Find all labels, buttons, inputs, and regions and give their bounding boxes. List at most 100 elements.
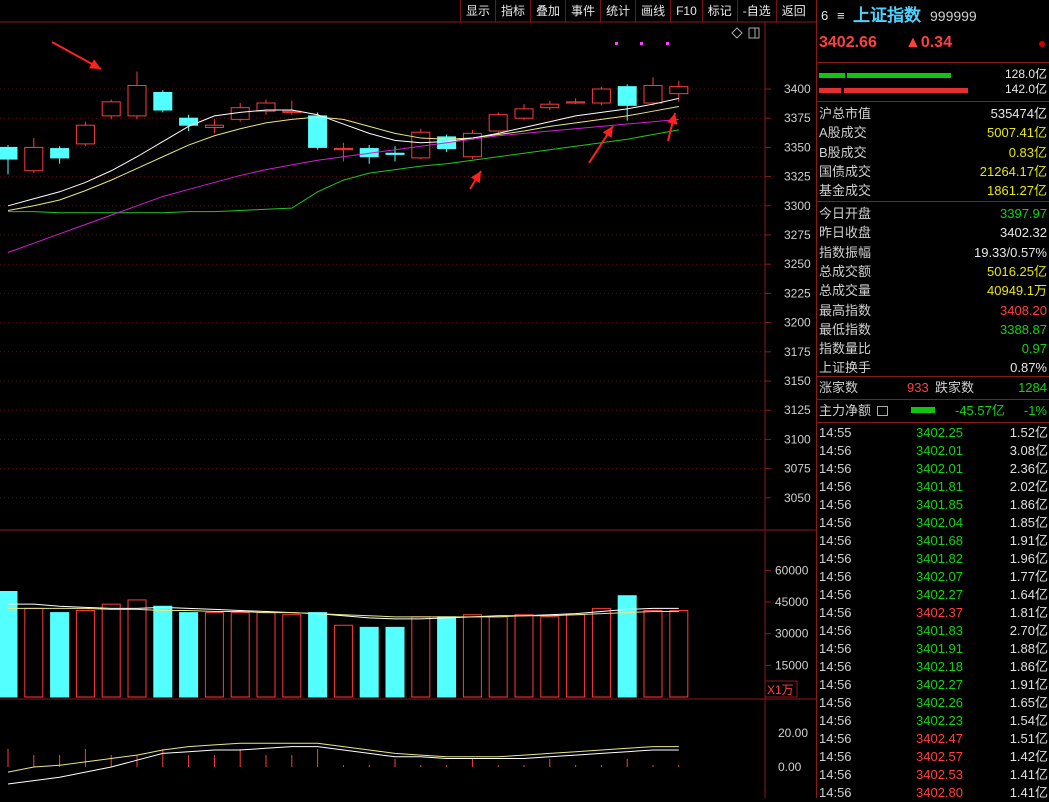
- tick-row[interactable]: 14:56 3401.68 1.91亿: [819, 532, 1049, 550]
- tick-amount: 1.86亿: [1009, 497, 1048, 512]
- down-volume-value: 142.0亿: [1004, 82, 1047, 96]
- quote-panel: 6 ≡ 上证指数 999999 3402.66 ▲0.34 128.0亿 142…: [816, 0, 1049, 800]
- tick-row[interactable]: 14:56 3402.01 2.36亿: [819, 460, 1049, 478]
- tick-price: 3402.57: [916, 749, 963, 764]
- tick-time: 14:56: [819, 785, 852, 800]
- candle-body: [669, 86, 689, 95]
- price-tick-label: 3050: [784, 491, 811, 505]
- breadth-row: 涨家数 933 跌家数 1284: [817, 378, 1049, 397]
- stat-value: 5007.41亿: [987, 125, 1047, 141]
- tick-row[interactable]: 14:56 3401.83 2.70亿: [819, 622, 1049, 640]
- tick-row[interactable]: 14:56 3402.47 1.51亿: [819, 730, 1049, 748]
- price-tick-label: 3175: [784, 345, 811, 359]
- tick-row[interactable]: 14:56 3402.18 1.86亿: [819, 658, 1049, 676]
- panel-toggle-icon: [748, 27, 760, 39]
- volume-bar: [488, 616, 508, 698]
- volume-bar: [24, 607, 44, 698]
- tick-amount: 1.91亿: [1009, 677, 1048, 692]
- price-tick-label: 3275: [784, 228, 811, 242]
- tick-amount: 2.02亿: [1009, 479, 1048, 494]
- stat-value: 21264.17亿: [979, 163, 1047, 179]
- tick-row[interactable]: 14:56 3402.27 1.91亿: [819, 676, 1049, 694]
- tick-time: 14:56: [819, 731, 852, 746]
- up-count-label: 涨家数: [819, 380, 859, 395]
- tick-row[interactable]: 14:56 3402.07 1.77亿: [819, 568, 1049, 586]
- tick-row[interactable]: 14:56 3401.85 1.86亿: [819, 496, 1049, 514]
- candle-body: [308, 115, 328, 148]
- tick-row[interactable]: 14:55 3402.25 1.52亿: [819, 424, 1049, 442]
- stat-label: 昨日收盘: [819, 225, 872, 241]
- macd-tick-label: 0.00: [778, 760, 802, 774]
- stat-label: 国债成交: [819, 163, 872, 179]
- tick-amount: 1.52亿: [1009, 425, 1048, 440]
- tick-time: 14:56: [819, 533, 852, 548]
- candle-body: [643, 84, 663, 104]
- stat-value: 535474亿: [990, 106, 1047, 121]
- stat-label: 指数振幅: [819, 244, 872, 260]
- tick-row[interactable]: 14:56 3402.57 1.42亿: [819, 748, 1049, 766]
- tick-row[interactable]: 14:56 3402.01 3.08亿: [819, 442, 1049, 460]
- stat-label: 基金成交: [819, 183, 872, 199]
- volume-bar: [153, 605, 173, 698]
- tick-row[interactable]: 14:56 3402.80 1.41亿: [819, 784, 1049, 802]
- volume-unit-label: X1万: [767, 683, 794, 697]
- candle-body: [50, 148, 70, 159]
- tick-time: 14:56: [819, 749, 852, 764]
- stat-value: 40949.1万: [987, 283, 1047, 299]
- volume-bar: [385, 626, 405, 698]
- tick-price: 3402.01: [916, 461, 963, 476]
- price-tick-label: 3125: [784, 403, 811, 417]
- tick-row[interactable]: 14:56 3402.37 1.81亿: [819, 604, 1049, 622]
- price-change: ▲0.34: [905, 34, 952, 51]
- stat-label: 最高指数: [819, 302, 872, 318]
- candle-body: [514, 108, 534, 119]
- stat-row: B股成交 0.83亿: [817, 143, 1049, 162]
- tick-time: 14:56: [819, 515, 852, 530]
- volume-bar: [127, 599, 147, 698]
- volume-bar: [204, 612, 224, 698]
- tick-row[interactable]: 14:56 3401.82 1.96亿: [819, 550, 1049, 568]
- mainflow-row: 主力净额 -45.57亿 -1%: [817, 401, 1049, 420]
- up-volume-value: 128.0亿: [1004, 67, 1047, 81]
- tick-price: 3401.83: [916, 623, 963, 638]
- candle-body: [24, 146, 44, 172]
- mainflow-label: 主力净额: [819, 403, 872, 418]
- tick-row[interactable]: 14:56 3401.91 1.88亿: [819, 640, 1049, 658]
- mainflow-menu-icon[interactable]: [877, 406, 888, 416]
- tick-amount: 1.41亿: [1009, 767, 1048, 782]
- tick-time: 14:56: [819, 551, 852, 566]
- tick-amount: 1.85亿: [1009, 515, 1048, 530]
- event-marker-dot: [640, 42, 643, 45]
- price-tick-label: 3350: [784, 140, 811, 154]
- stat-row: 昨日收盘 3402.32: [817, 223, 1049, 242]
- volume-bar: [411, 616, 431, 698]
- tick-row[interactable]: 14:56 3402.04 1.85亿: [819, 514, 1049, 532]
- down-count: 1284: [1018, 380, 1047, 395]
- tick-row[interactable]: 14:56 3402.26 1.65亿: [819, 694, 1049, 712]
- candle-body: [0, 146, 18, 160]
- kline-chart[interactable]: 3400 3375 3350 3325 3300 3275 3250 3225 3200 3175…: [0, 0, 816, 798]
- annotation-arrowhead: [667, 113, 678, 125]
- menu-icon[interactable]: ≡: [837, 5, 845, 27]
- tick-price: 3401.81: [916, 479, 963, 494]
- tick-row[interactable]: 14:56 3401.81 2.02亿: [819, 478, 1049, 496]
- down-bar-fill-2: [844, 88, 968, 93]
- tick-price: 3402.25: [916, 425, 963, 440]
- tick-time: 14:56: [819, 695, 852, 710]
- tick-row[interactable]: 14:56 3402.23 1.54亿: [819, 712, 1049, 730]
- macd-tick-label: 20.00: [778, 726, 808, 740]
- ma-line-green: [8, 129, 679, 214]
- up-volume-bar: 128.0亿: [817, 66, 1049, 82]
- stat-label: 总成交量: [819, 283, 872, 299]
- annotation-arrowhead: [602, 126, 613, 138]
- tick-row[interactable]: 14:56 3402.53 1.41亿: [819, 766, 1049, 784]
- tick-time: 14:56: [819, 461, 852, 476]
- title-row: 6 ≡ 上证指数 999999: [817, 5, 1049, 27]
- stat-label: 最低指数: [819, 321, 872, 337]
- stat-value: 19.33/0.57%: [973, 244, 1047, 260]
- volume-bar: [359, 626, 379, 698]
- index-name: 上证指数: [853, 6, 921, 25]
- stat-row: 总成交量 40949.1万: [817, 281, 1049, 300]
- tick-row[interactable]: 14:56 3402.27 1.64亿: [819, 586, 1049, 604]
- candle-body: [204, 124, 224, 129]
